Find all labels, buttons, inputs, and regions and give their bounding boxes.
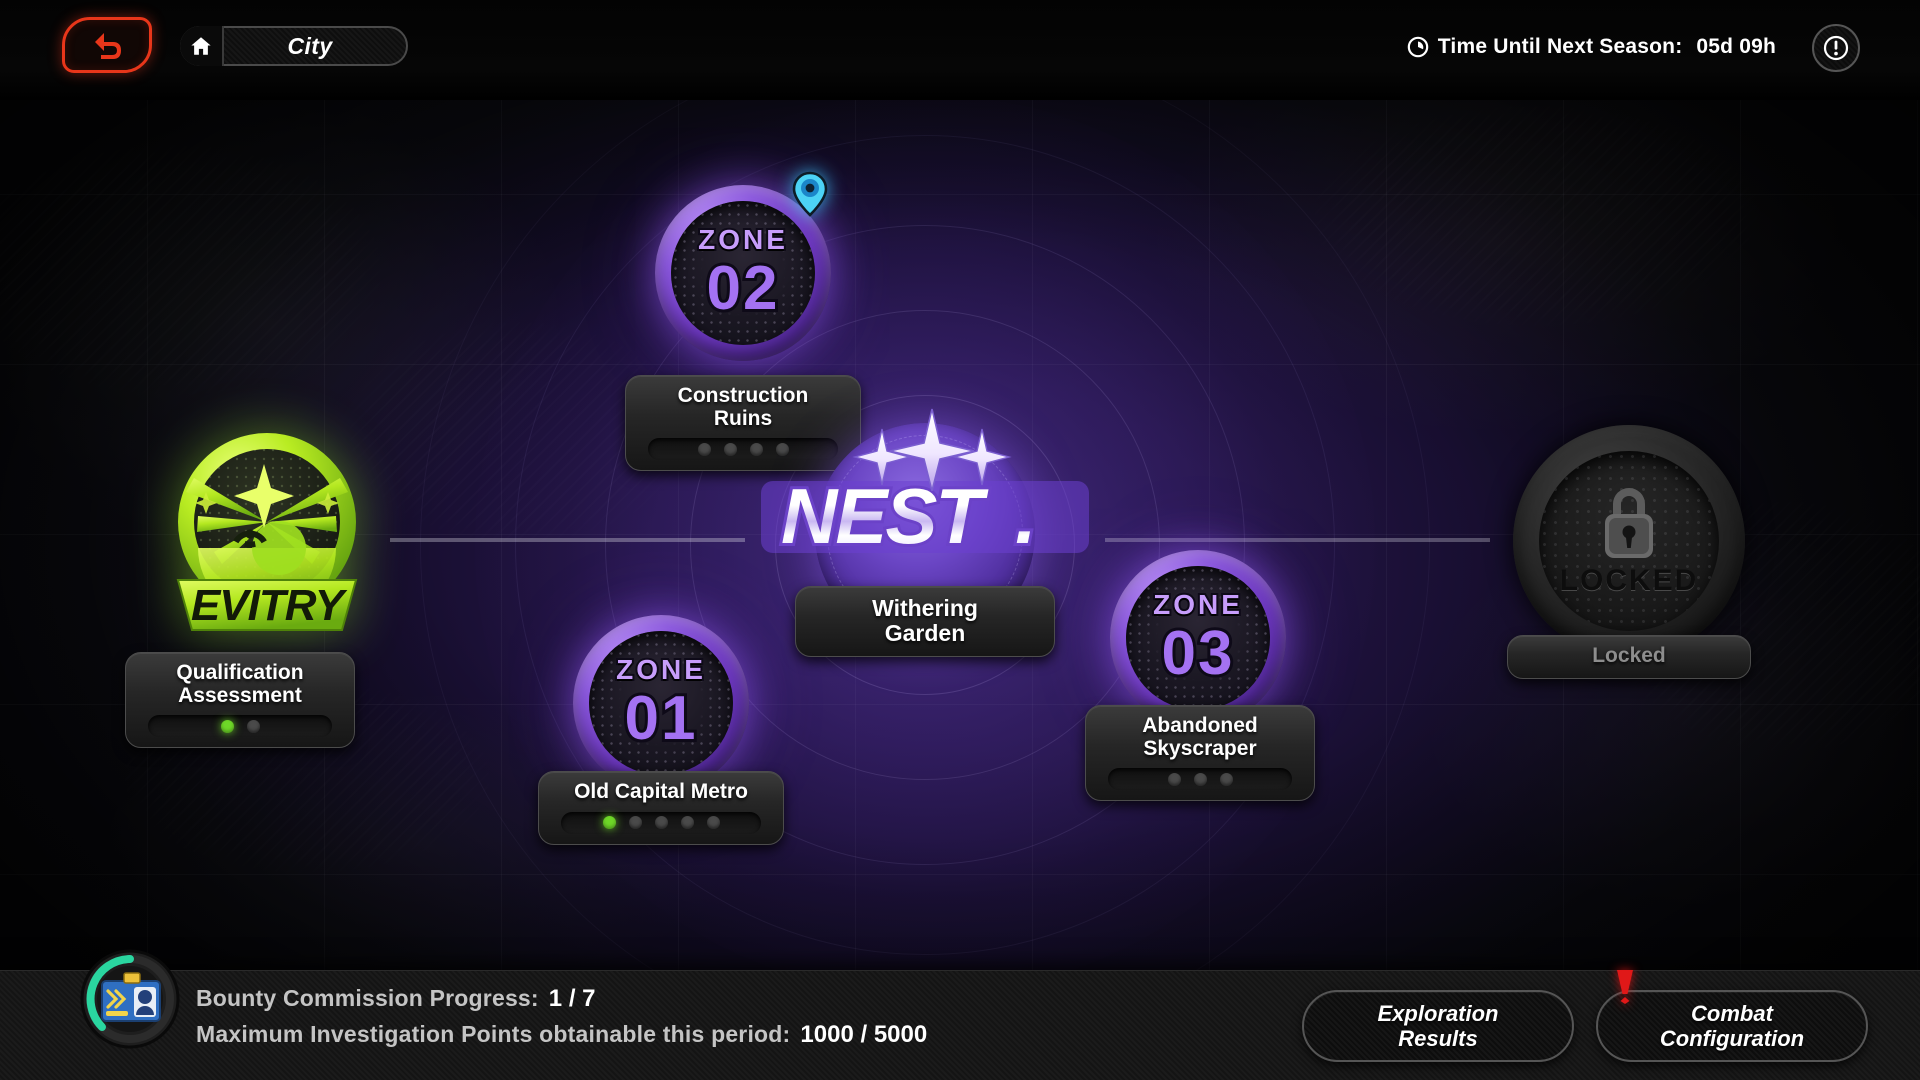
footer-actions: Exploration Results Combat Configuration xyxy=(1302,970,1868,1062)
progress-dots-qualification xyxy=(148,715,332,738)
node-label-line2: Assessment xyxy=(178,683,302,707)
top-bar: City Time Until Next Season: 05d 09h xyxy=(0,0,1920,100)
combat-configuration-line1: Combat xyxy=(1691,1000,1773,1026)
node-label-nest[interactable]: Withering Garden xyxy=(795,586,1055,657)
investigation-points-label: Maximum Investigation Points obtainable … xyxy=(196,1021,791,1047)
node-label-line1: Old Capital Metro xyxy=(574,780,748,803)
node-label-line1: Construction xyxy=(677,384,809,407)
bounty-status: Bounty Commission Progress: 1 / 7 Maximu… xyxy=(196,985,927,1057)
zone-03-number: 03 xyxy=(1159,619,1236,688)
node-label-locked[interactable]: Locked xyxy=(1507,635,1751,679)
exploration-results-line2: Results xyxy=(1398,1026,1478,1051)
node-label-line2: Skyscraper xyxy=(1143,736,1257,760)
exploration-results-button[interactable]: Exploration Results xyxy=(1302,990,1574,1062)
current-location-pin xyxy=(791,171,829,222)
evitry-badge[interactable]: EVITRY xyxy=(154,430,380,646)
map-node-zone-01[interactable]: ZONE 01 Old Capital Metro xyxy=(538,615,784,845)
node-label-qualification[interactable]: Qualification Assessment xyxy=(125,652,355,749)
bounty-progress-value: 1 / 7 xyxy=(548,985,596,1012)
node-label-line1: Qualification xyxy=(176,661,304,684)
node-label-line1: Withering xyxy=(872,595,978,621)
node-label-zone-01[interactable]: Old Capital Metro xyxy=(538,771,784,845)
map-node-qualification[interactable]: EVITRY Qualification Assessment xyxy=(125,430,380,749)
back-arrow-icon xyxy=(95,33,121,59)
map-node-zone-03[interactable]: ZONE 03 Abandoned Skyscraper xyxy=(1085,550,1315,802)
combat-configuration-line2: Configuration xyxy=(1659,1026,1805,1051)
alert-exclamation-icon xyxy=(1614,970,1636,1004)
evitry-badge-text: EVITRY xyxy=(191,581,348,630)
season-timer: Time Until Next Season: 05d 09h xyxy=(1407,28,1776,66)
zone-02-word: ZONE xyxy=(696,224,788,256)
clock-icon xyxy=(1407,36,1429,58)
zone-03-circle[interactable]: ZONE 03 xyxy=(1110,550,1286,726)
breadcrumb[interactable]: City xyxy=(180,26,408,66)
bounty-commission-icon[interactable] xyxy=(78,947,182,1051)
nest-logo-dot: . xyxy=(1015,472,1037,560)
season-label: Time Until Next Season: xyxy=(1437,35,1683,58)
map-node-locked[interactable]: LOCKED Locked xyxy=(1507,425,1751,679)
progress-dots-zone-01 xyxy=(561,811,761,834)
zone-01-word: ZONE xyxy=(614,654,706,686)
zone-01-number: 01 xyxy=(622,684,699,753)
zone-02-number: 02 xyxy=(704,254,781,323)
info-icon xyxy=(1823,35,1849,61)
node-label-zone-03[interactable]: Abandoned Skyscraper xyxy=(1085,705,1315,802)
map-node-zone-02[interactable]: ZONE 02 Construction Ruins xyxy=(625,171,861,472)
info-button[interactable] xyxy=(1812,24,1860,72)
progress-dots-zone-03 xyxy=(1108,768,1292,791)
zone-03-word: ZONE xyxy=(1151,589,1243,621)
map-node-nest-hub[interactable]: NEST . Withering Garden xyxy=(753,408,1097,657)
node-label-line2: Garden xyxy=(884,619,966,646)
investigation-points-value: 1000 / 5000 xyxy=(800,1021,928,1048)
nest-sparkles xyxy=(852,408,1012,491)
bottom-bar: Bounty Commission Progress: 1 / 7 Maximu… xyxy=(0,949,1920,1080)
season-value: 05d 09h xyxy=(1696,35,1776,58)
home-button[interactable] xyxy=(180,26,224,66)
locked-badge-word: LOCKED xyxy=(1559,564,1699,597)
padlock-icon xyxy=(1605,488,1653,558)
node-label-line1: Abandoned xyxy=(1142,714,1258,737)
back-button[interactable] xyxy=(62,17,152,73)
locked-circle[interactable]: LOCKED xyxy=(1513,425,1745,657)
node-label-line1: Locked xyxy=(1592,644,1666,667)
combat-configuration-button[interactable]: Combat Configuration xyxy=(1596,970,1868,1062)
breadcrumb-label: City xyxy=(287,32,333,59)
home-icon xyxy=(191,37,211,55)
exploration-results-line1: Exploration xyxy=(1377,1000,1499,1026)
game-screen: City Time Until Next Season: 05d 09h EVI… xyxy=(0,0,1920,1080)
bounty-progress-label: Bounty Commission Progress: xyxy=(196,985,539,1011)
zone-01-circle[interactable]: ZONE 01 xyxy=(573,615,749,791)
